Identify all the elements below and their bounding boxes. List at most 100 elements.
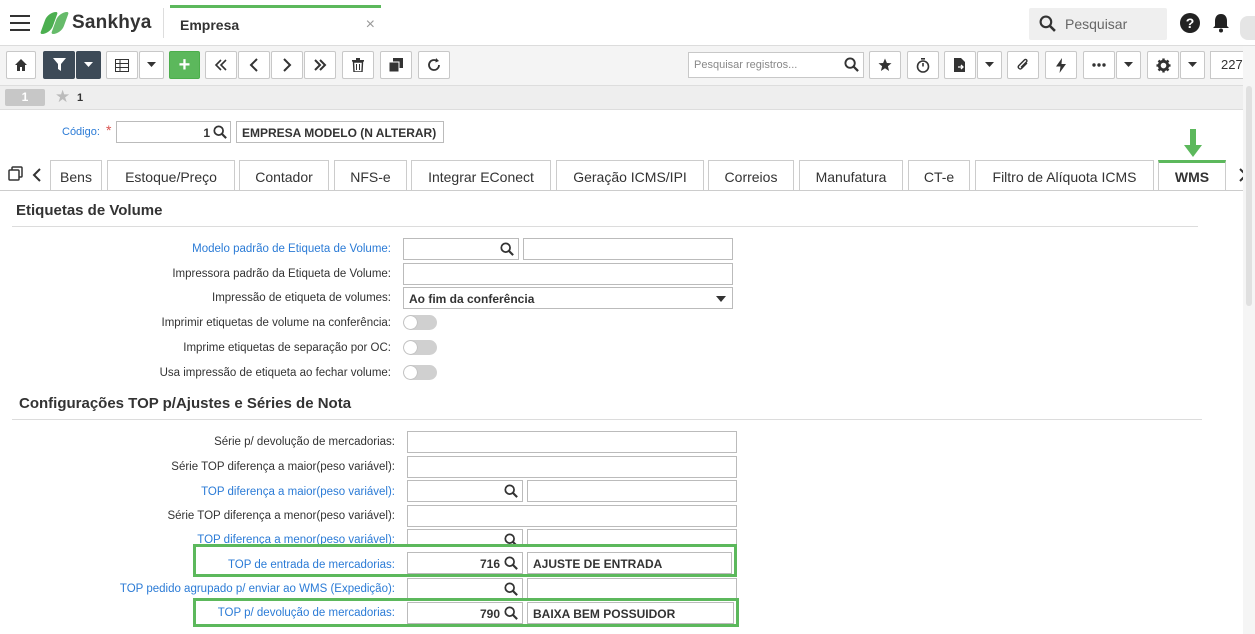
tab-geracao-icms-ipi[interactable]: Geração ICMS/IPI: [556, 160, 704, 190]
top-pedido-label[interactable]: TOP pedido agrupado p/ enviar ao WMS (Ex…: [120, 583, 395, 595]
timer-button[interactable]: [907, 51, 939, 79]
tab-ct-e[interactable]: CT-e: [908, 160, 970, 190]
top-entrada-code-input[interactable]: 716: [407, 552, 523, 574]
usa-impressao-toggle[interactable]: [403, 365, 437, 380]
records-search-placeholder: Pesquisar registros...: [694, 59, 798, 71]
settings-button[interactable]: [1147, 51, 1179, 79]
records-search-input[interactable]: Pesquisar registros...: [688, 52, 864, 78]
menu-icon[interactable]: [10, 15, 30, 31]
bell-icon[interactable]: [1212, 13, 1230, 33]
double-chevron-left-icon: [214, 59, 227, 71]
tab-manufatura[interactable]: Manufatura: [799, 160, 903, 190]
imprime-separacao-label: Imprime etiquetas de separação por OC:: [183, 342, 391, 354]
chevron-left-icon: [249, 58, 258, 72]
impressao-etiqueta-select[interactable]: Ao fim da conferência: [403, 287, 733, 309]
tab-integrar-econect[interactable]: Integrar EConect: [411, 160, 551, 190]
tabs-divider: [0, 190, 1255, 191]
top-maior-label[interactable]: TOP diferença a maior(peso variável):: [201, 486, 395, 498]
imprimir-conferencia-toggle[interactable]: [403, 315, 437, 330]
record-navigation-bar: 1 ★ 1: [0, 86, 1255, 110]
top-maior-code-input[interactable]: [407, 480, 523, 502]
codigo-value: 1: [203, 126, 210, 140]
add-record-button[interactable]: +: [169, 51, 200, 79]
delete-record-button[interactable]: [342, 51, 374, 79]
tab-correios[interactable]: Correios: [708, 160, 794, 190]
previous-record-button[interactable]: [238, 51, 270, 79]
filter-dropdown-button[interactable]: [76, 51, 101, 79]
serie-top-maior-input[interactable]: [407, 456, 737, 478]
filter-button[interactable]: [43, 51, 75, 79]
close-tab-icon[interactable]: ×: [366, 16, 375, 34]
modelo-etiqueta-desc-input[interactable]: [523, 238, 733, 260]
attachment-button[interactable]: [1007, 51, 1039, 79]
brand-logo[interactable]: Sankhya: [39, 10, 152, 36]
tabs-previous-icon[interactable]: [32, 168, 42, 182]
duplicate-record-button[interactable]: [380, 51, 412, 79]
trash-icon: [352, 58, 364, 72]
serie-top-menor-input[interactable]: [407, 505, 737, 527]
top-devolucao-code-input[interactable]: 790: [407, 602, 523, 624]
tab-estoque-preco[interactable]: Estoque/Preço: [107, 160, 235, 190]
home-button[interactable]: [6, 51, 36, 79]
section-divider: [12, 226, 1198, 227]
search-icon: [1039, 15, 1056, 32]
modelo-etiqueta-label[interactable]: Modelo padrão de Etiqueta de Volume:: [192, 243, 391, 255]
more-options-dropdown-button[interactable]: [1116, 51, 1141, 79]
tab-filtro-aliquota-icms[interactable]: Filtro de Alíquota ICMS: [975, 160, 1154, 190]
sankhya-logo-icon: [39, 11, 70, 35]
search-icon[interactable]: [504, 484, 518, 498]
caret-down-icon: [716, 296, 726, 302]
first-record-button[interactable]: [205, 51, 237, 79]
section-title-configuracoes-top: Configurações TOP p/Ajustes e Séries de …: [19, 395, 352, 412]
search-icon[interactable]: [504, 606, 518, 620]
next-record-button[interactable]: [271, 51, 303, 79]
top-maior-desc-input[interactable]: [527, 480, 737, 502]
favorite-button[interactable]: [869, 51, 901, 79]
impressora-input[interactable]: [403, 263, 733, 285]
tab-contador[interactable]: Contador: [239, 160, 329, 190]
top-devolucao-desc-input[interactable]: BAIXA BEM POSSUIDOR: [527, 602, 734, 624]
record-toolbar: + Pesquisar registros... 227: [0, 46, 1255, 86]
actions-button[interactable]: [1045, 51, 1077, 79]
search-icon[interactable]: [504, 556, 518, 570]
help-icon[interactable]: ?: [1180, 13, 1200, 33]
more-options-button[interactable]: [1083, 51, 1115, 79]
app-tab-empresa[interactable]: Empresa ×: [170, 5, 381, 41]
search-icon[interactable]: [844, 57, 859, 72]
empresa-description-field[interactable]: EMPRESA MODELO (N ALTERAR): [236, 121, 444, 143]
global-search-button[interactable]: Pesquisar: [1029, 8, 1167, 40]
top-pedido-desc-input[interactable]: [527, 578, 737, 600]
star-icon[interactable]: ★: [55, 87, 70, 107]
double-chevron-right-icon: [314, 59, 327, 71]
top-pedido-code-input[interactable]: [407, 578, 523, 600]
copy-window-icon[interactable]: [8, 166, 24, 182]
export-dropdown-button[interactable]: [977, 51, 1002, 79]
search-icon[interactable]: [213, 125, 227, 139]
tab-bens[interactable]: Bens: [50, 160, 102, 190]
vertical-scrollbar[interactable]: [1243, 46, 1255, 634]
table-icon: [115, 58, 129, 72]
more-dots-icon: [1092, 63, 1106, 67]
top-devolucao-label[interactable]: TOP p/ devolução de mercadorias:: [218, 607, 395, 619]
refresh-button[interactable]: [418, 51, 450, 79]
search-icon[interactable]: [504, 582, 518, 596]
grid-view-button[interactable]: [106, 51, 138, 79]
top-entrada-desc-input[interactable]: AJUSTE DE ENTRADA: [527, 552, 732, 574]
tab-wms[interactable]: WMS: [1158, 160, 1226, 190]
serie-devolucao-input[interactable]: [407, 431, 737, 453]
codigo-label[interactable]: Código:: [62, 126, 100, 138]
user-avatar[interactable]: [1240, 16, 1255, 40]
current-record-badge[interactable]: 1: [5, 89, 45, 106]
last-record-button[interactable]: [304, 51, 336, 79]
export-button[interactable]: [944, 51, 976, 79]
search-icon[interactable]: [500, 242, 514, 256]
grid-view-dropdown-button[interactable]: [139, 51, 164, 79]
settings-dropdown-button[interactable]: [1180, 51, 1205, 79]
imprime-separacao-toggle[interactable]: [403, 340, 437, 355]
global-search-label: Pesquisar: [1065, 16, 1128, 32]
modelo-etiqueta-code-input[interactable]: [403, 238, 519, 260]
top-entrada-label[interactable]: TOP de entrada de mercadorias:: [228, 559, 395, 571]
filter-icon: [52, 58, 66, 71]
codigo-input[interactable]: 1: [116, 121, 231, 143]
tab-nfs-e[interactable]: NFS-e: [334, 160, 407, 190]
